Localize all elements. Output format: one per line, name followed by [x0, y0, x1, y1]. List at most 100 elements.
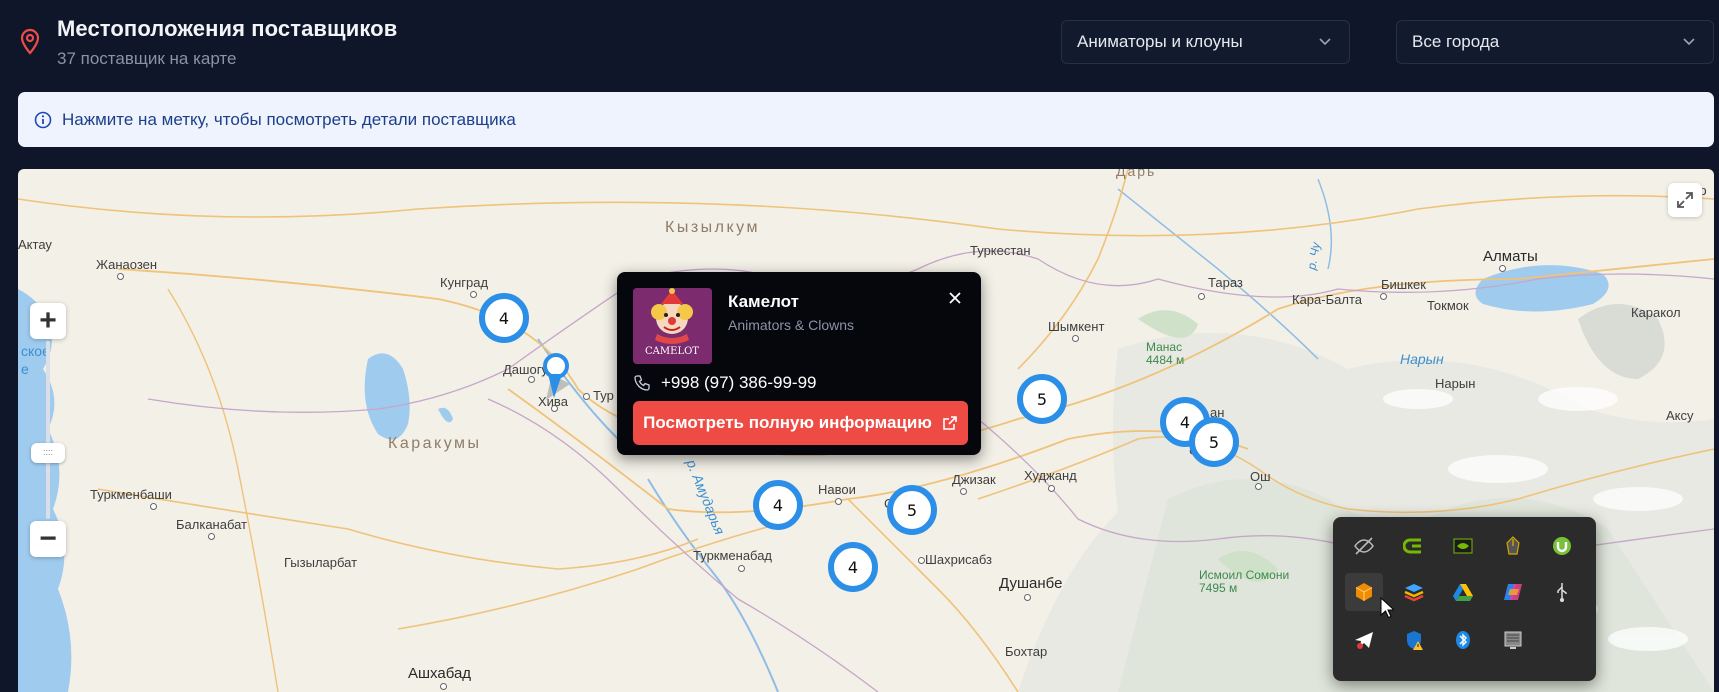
city-select-value: Все города	[1412, 32, 1500, 51]
place-label: Гызыларбат	[284, 555, 358, 570]
place-label: Тур	[593, 388, 614, 403]
close-icon[interactable]	[947, 290, 963, 306]
zoom-out-button[interactable]: −	[30, 521, 66, 557]
place-label: Каракол	[1631, 305, 1681, 320]
place-label: Тараз	[1208, 275, 1243, 290]
place-label: Кара-Балта	[1292, 292, 1362, 307]
fullscreen-button[interactable]	[1668, 183, 1702, 217]
city-select[interactable]: Все города	[1396, 20, 1714, 64]
place-label: Навои	[818, 482, 856, 497]
category-select[interactable]: Аниматоры и клоуны	[1061, 20, 1350, 64]
cluster-marker[interactable]: 4	[479, 293, 529, 343]
zoom-slider-handle[interactable]: ::::	[31, 443, 65, 463]
info-banner: Нажмите на метку, чтобы посмотреть детал…	[18, 92, 1714, 147]
cluster-marker[interactable]: 4	[753, 480, 803, 530]
place-label: Аксу	[1666, 408, 1694, 423]
mouse-cursor-icon	[1380, 597, 1394, 619]
view-details-button[interactable]: Посмотреть полную информацию	[633, 401, 968, 445]
nvidia-experience-icon[interactable]	[1395, 527, 1433, 565]
mountain-elevation: 7495 м	[1199, 581, 1238, 595]
region-label: Каракумы	[388, 435, 482, 452]
cluster-marker[interactable]: 4	[828, 542, 878, 592]
place-label: Жанаозен	[96, 257, 158, 272]
city-dot	[440, 683, 447, 690]
mountain-elevation: 4484 м	[1146, 353, 1185, 367]
phone-icon	[634, 375, 650, 391]
water-label: Нарын	[1400, 351, 1444, 367]
orange-cube-app-icon[interactable]	[1345, 573, 1383, 611]
city-dot	[1255, 483, 1262, 490]
view-details-label: Посмотреть полную информацию	[643, 413, 932, 432]
mountain-name: Исмоил Сомони	[1199, 568, 1290, 582]
city-dot	[1072, 335, 1079, 342]
city-dot	[208, 533, 215, 540]
selected-vendor-marker[interactable]	[542, 352, 578, 408]
zoom-control: + :::: −	[30, 303, 66, 557]
gaming-mouse-icon[interactable]	[1494, 527, 1532, 565]
region-label: Кызылкум	[665, 219, 760, 236]
security-warning-icon[interactable]	[1395, 621, 1433, 659]
place-label: Ашхабад	[408, 665, 472, 682]
place-label: Шахрисабз	[925, 552, 992, 567]
place-label: Кунград	[440, 275, 489, 290]
nvidia-icon[interactable]	[1444, 527, 1482, 565]
monitor-app-icon[interactable]	[1494, 621, 1532, 659]
expand-icon	[1677, 192, 1693, 208]
header-bar: Местоположения поставщиков 37 поставщик …	[0, 0, 1719, 84]
place-label: Туркестан	[970, 243, 1031, 258]
category-select-value: Аниматоры и клоуны	[1077, 32, 1243, 51]
mountain-label: Манас 4484 м	[1146, 341, 1184, 367]
city-dot	[117, 273, 124, 280]
stacked-layers-icon[interactable]	[1395, 573, 1433, 611]
place-label: Душанбе	[999, 575, 1063, 592]
vendor-category: Animators & Clowns	[728, 317, 855, 333]
external-link-icon	[943, 416, 957, 430]
google-drive-icon[interactable]	[1444, 573, 1482, 611]
place-label: Туркменабад	[693, 548, 773, 563]
place-label: Бишкек	[1381, 277, 1426, 292]
place-label: Худжанд	[1024, 468, 1077, 483]
mountain-label: Исмоил Сомони 7495 м	[1199, 569, 1289, 595]
city-dot	[150, 503, 157, 510]
cluster-marker[interactable]: 5	[887, 485, 937, 535]
city-dot	[528, 376, 535, 383]
city-dot	[1024, 594, 1031, 601]
mountain-name: Манас	[1146, 340, 1183, 354]
place-label: Джизак	[952, 472, 996, 487]
vendor-name: Камелот	[728, 292, 799, 311]
city-dot	[1048, 485, 1055, 492]
bluetooth-icon[interactable]	[1444, 621, 1482, 659]
copilot-icon[interactable]	[1494, 573, 1532, 611]
zoom-track[interactable]	[46, 341, 50, 519]
info-icon	[34, 111, 52, 128]
vendor-logo: CAMELOT	[633, 288, 712, 364]
zoom-in-button[interactable]: +	[30, 303, 66, 339]
city-dot	[1380, 293, 1387, 300]
system-tray-overflow	[1333, 517, 1596, 681]
info-banner-text: Нажмите на метку, чтобы посмотреть детал…	[62, 109, 516, 129]
place-label: Алматы	[1483, 248, 1538, 265]
water-label: е	[21, 361, 29, 377]
utorrent-icon[interactable]	[1543, 527, 1581, 565]
cluster-marker[interactable]: 5	[1189, 417, 1239, 467]
usb-icon[interactable]	[1543, 573, 1581, 611]
place-label: Актау	[18, 237, 52, 252]
city-dot	[918, 557, 925, 564]
vendor-count: 37 поставщик на карте	[57, 49, 237, 68]
city-dot	[738, 565, 745, 572]
place-label: Бохтар	[1005, 644, 1048, 659]
water-label: Дарь	[1116, 169, 1157, 179]
place-label: Туркменбаши	[90, 487, 172, 502]
place-label: Токмок	[1427, 298, 1469, 313]
hidden-eye-icon[interactable]	[1345, 527, 1383, 565]
city-dot	[835, 498, 842, 505]
cluster-marker[interactable]: 5	[1017, 374, 1067, 424]
vendor-popup: CAMELOT Камелот Animators & Clowns +998 …	[617, 272, 981, 455]
page-title: Местоположения поставщиков	[57, 16, 398, 41]
telegram-icon[interactable]	[1345, 621, 1383, 659]
place-label: Нарын	[1435, 376, 1476, 391]
city-dot	[583, 393, 590, 400]
city-dot	[960, 488, 967, 495]
vendor-phone[interactable]: +998 (97) 386-99-99	[661, 373, 816, 393]
place-label: Шымкент	[1048, 319, 1105, 334]
